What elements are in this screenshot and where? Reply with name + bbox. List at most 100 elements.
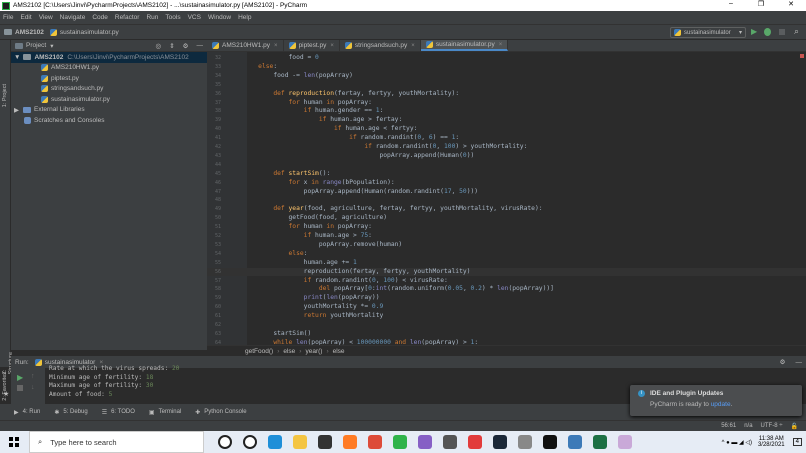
visual-studio-icon[interactable] (417, 435, 432, 449)
search-icon[interactable]: ⌕ (794, 26, 799, 37)
code-line[interactable]: 58 del popArray[0:int(random.uniform(0.0… (207, 285, 806, 294)
hide-icon[interactable]: — (197, 42, 204, 49)
code-line[interactable]: 50 getFood(food, agriculture) (207, 214, 806, 223)
close-icon[interactable]: × (499, 42, 503, 48)
tray-icons[interactable]: ^ ● ▬ ◢ ◁) (722, 439, 752, 446)
red-app-icon[interactable] (467, 435, 482, 449)
menu-tools[interactable]: Tools (165, 14, 180, 21)
stop-icon[interactable] (17, 385, 23, 391)
code-line[interactable]: 35 (207, 81, 806, 90)
code-line[interactable]: 34 food -= len(popArray) (207, 72, 806, 81)
close-button[interactable]: ✕ (776, 0, 806, 8)
firefox-icon[interactable] (342, 435, 357, 449)
code-line[interactable]: 47 popArray.append(Human(random.randint(… (207, 188, 806, 197)
menu-code[interactable]: Code (92, 14, 108, 21)
gear-icon[interactable]: ⚙ (780, 358, 786, 366)
close-icon[interactable]: × (411, 43, 415, 49)
tool-tab-terminal[interactable]: ▣ Terminal (149, 409, 181, 416)
update-link[interactable]: update (711, 401, 731, 408)
tab-ams210hw1-py[interactable]: AMS210HW1.py × (207, 40, 284, 51)
tab-sustainasimulator-py[interactable]: sustainasimulator.py × (420, 40, 509, 51)
chrome-icon[interactable] (367, 435, 382, 449)
python-icon[interactable] (567, 435, 582, 449)
maximize-button[interactable]: ❐ (746, 0, 776, 8)
update-notification[interactable]: i IDE and Plugin Updates PyCharm is read… (630, 385, 802, 416)
nav-file[interactable]: sustainasimulator.py (60, 29, 119, 36)
caret-position[interactable]: 56:61 (721, 423, 736, 429)
green-app-icon[interactable] (392, 435, 407, 449)
code-line[interactable]: 46 for x in range(bPopulation): (207, 179, 806, 188)
code-line[interactable]: 63 startSim() (207, 330, 806, 339)
code-line[interactable]: 55 human.age += 1 (207, 259, 806, 268)
code-line[interactable]: 36 def reproduction(fertay, fertyy, yout… (207, 90, 806, 99)
down-icon[interactable]: ↓ (31, 384, 35, 391)
code-line[interactable]: 44 (207, 161, 806, 170)
code-editor[interactable]: 32 food = 0 33 else: 34 food -= len(popArr… (207, 52, 806, 345)
project-tool-button[interactable]: 1: Project (2, 84, 8, 107)
code-line[interactable]: 43 popArray.append(Human(0)) (207, 152, 806, 161)
code-line[interactable]: 39 if human.age > fertay: (207, 116, 806, 125)
excel-icon[interactable] (592, 435, 607, 449)
tool-tab-6-todo[interactable]: ☰ 6: TODO (102, 409, 135, 416)
gear-icon[interactable]: ⚙ (183, 42, 189, 50)
photos-icon[interactable] (517, 435, 532, 449)
collapse-icon[interactable]: ⇕ (169, 42, 174, 50)
breadcrumb-item[interactable]: else (333, 348, 345, 355)
taskbar-search[interactable]: ⌕ Type here to search (29, 431, 204, 453)
menu-refactor[interactable]: Refactor (115, 14, 140, 21)
code-line[interactable]: 49 def year(food, agriculture, fertay, f… (207, 205, 806, 214)
close-icon[interactable]: × (330, 43, 334, 49)
code-line[interactable]: 48 (207, 196, 806, 205)
project-panel-title[interactable]: Project (26, 42, 46, 49)
line-separator[interactable]: n/a (744, 423, 752, 429)
code-line[interactable]: 61 return youthMortality (207, 312, 806, 321)
pycharm-icon[interactable] (542, 435, 557, 449)
tree-file[interactable]: AMS210HW1.py (11, 63, 207, 74)
tree-file[interactable]: stringsandsuch.py (11, 84, 207, 95)
cortana-icon[interactable] (217, 435, 232, 449)
minimize-button[interactable]: – (716, 0, 746, 7)
settings-icon[interactable] (442, 435, 457, 449)
code-line[interactable]: 51 for human in popArray: (207, 223, 806, 232)
tab-stringsandsuch-py[interactable]: stringsandsuch.py × (340, 40, 421, 51)
nav-project[interactable]: AMS2102 (15, 29, 44, 36)
code-line[interactable]: 45 def startSim(): (207, 170, 806, 179)
edge-icon[interactable] (267, 435, 282, 449)
menu-edit[interactable]: Edit (20, 14, 31, 21)
code-line[interactable]: 42 if random.randint(0, 100) > youthMort… (207, 143, 806, 152)
code-line[interactable]: 33 else: (207, 63, 806, 72)
hide-icon[interactable]: — (796, 359, 803, 366)
stop-icon[interactable] (779, 29, 785, 35)
code-line[interactable]: 41 if random.randint(0, 6) == 1: (207, 134, 806, 143)
menu-help[interactable]: Help (238, 14, 251, 21)
code-line[interactable]: 37 for human in popArray: (207, 99, 806, 108)
code-line[interactable]: 59 print(len(popArray)) (207, 294, 806, 303)
up-icon[interactable]: ↑ (31, 373, 35, 380)
code-line[interactable]: 40 if human.age < fertyy: (207, 125, 806, 134)
close-icon[interactable]: × (274, 43, 278, 49)
locate-icon[interactable]: ◎ (156, 42, 162, 50)
menu-vcs[interactable]: VCS (188, 14, 201, 21)
code-line[interactable]: 54 else: (207, 250, 806, 259)
run-icon[interactable]: ▶ (751, 27, 757, 36)
menu-view[interactable]: View (39, 14, 53, 21)
code-line[interactable]: 32 food = 0 (207, 54, 806, 63)
code-line[interactable]: 53 popArray.remove(human) (207, 241, 806, 250)
steam-icon[interactable] (492, 435, 507, 449)
code-line[interactable]: 62 (207, 321, 806, 330)
notifications-badge[interactable]: 4 (792, 438, 802, 446)
windows-start-icon[interactable] (9, 437, 19, 447)
tab-piptest-py[interactable]: piptest.py × (284, 40, 340, 51)
rerun-icon[interactable]: ▶ (17, 373, 23, 382)
breadcrumb-item[interactable]: else (283, 348, 295, 355)
tree-file[interactable]: sustainasimulator.py (11, 94, 207, 105)
tool-tab-5-debug[interactable]: ✱ 5: Debug (54, 409, 87, 416)
debug-icon[interactable] (764, 28, 771, 36)
chevron-down-icon[interactable]: ▾ (50, 42, 53, 50)
tree-external-libraries[interactable]: ▶ External Libraries (11, 105, 207, 116)
breadcrumb-item[interactable]: year() (305, 348, 322, 355)
paint-icon[interactable] (617, 435, 632, 449)
menu-window[interactable]: Window (208, 14, 231, 21)
code-line[interactable]: 38 if human.gender == 1: (207, 107, 806, 116)
file-explorer-icon[interactable] (292, 435, 307, 449)
